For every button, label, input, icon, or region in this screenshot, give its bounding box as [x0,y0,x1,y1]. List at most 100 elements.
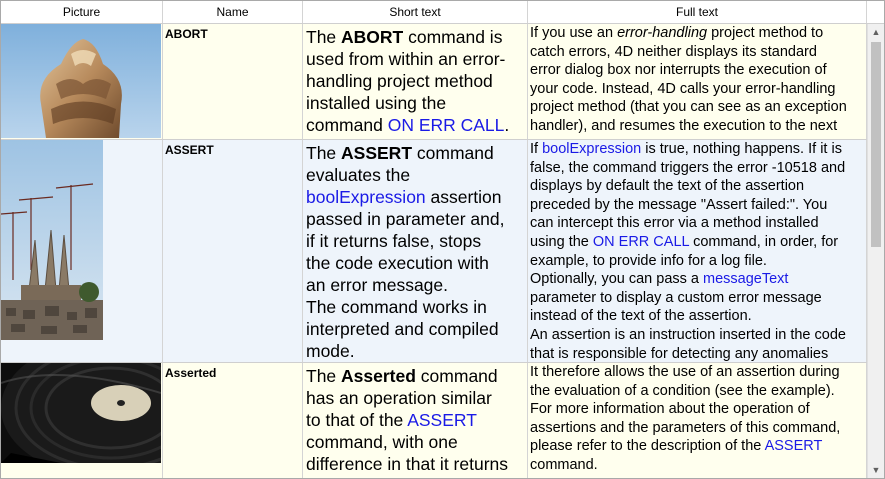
text-run: displays by default the text of the asse… [530,178,805,195]
text-run: evaluates the [306,165,411,185]
text-line: false, the command triggers the error -1… [530,159,864,178]
text-run: project method (that you can see as an e… [530,99,847,116]
text-line: can intercept this error via a method in… [530,214,864,233]
command-link[interactable]: messageText [703,271,788,287]
text-run: installed using the [306,93,447,113]
text-run: ASSERT [341,143,413,163]
text-run: For more information about the operation… [530,401,810,418]
text-line: handler), and resumes the execution to t… [530,117,864,136]
text-line: parameter to display a custom error mess… [530,289,864,308]
text-run: using the [530,233,593,250]
text-line: Optionally, you can pass a messageText [530,270,864,289]
text-run: An assertion is an instruction inserted … [530,326,846,343]
command-link[interactable]: ASSERT [765,438,823,454]
text-run: command, with one [306,432,458,452]
text-run: has an operation similar [306,388,492,408]
text-run: that is responsible for detecting any an… [530,345,829,362]
command-link[interactable]: ASSERT [407,410,477,430]
text-line: evaluates the [306,164,524,186]
text-line: an error message. [306,274,524,296]
full-text-cell: If you use an error-handling project met… [528,24,867,139]
command-link[interactable]: ON ERR CALL [593,234,689,250]
text-line: your code. Instead, 4D calls your error-… [530,80,864,99]
text-run: If [530,141,543,157]
text-run: command [415,366,498,386]
text-line: the evaluation of a condition (see the e… [530,382,864,401]
full-text-cell: If boolExpression is true, nothing happe… [528,140,867,362]
text-run: your code. Instead, 4D calls your error-… [530,80,836,97]
header-name[interactable]: Name [163,1,303,23]
text-run: please refer to the description of the [530,438,765,455]
text-run: command, in order, for [689,233,839,250]
text-line: command ON ERR CALL. [306,114,524,136]
text-run: the evaluation of a condition (see the e… [530,382,835,399]
header-picture[interactable]: Picture [1,1,163,23]
text-run: catch errors, 4D neither displays its st… [530,43,817,60]
table-row[interactable]: Asserted The Asserted command has an oper… [1,363,867,478]
text-run: The [306,366,342,386]
text-line: instead of the text of the assertion. [530,307,864,326]
text-run: mode. [306,341,355,361]
header-row: Picture Name Short text Full text [1,1,867,24]
text-run: error-handling [617,25,708,41]
text-run: if it returns false, stops [306,231,482,251]
text-run: project method to [707,25,824,41]
table-row[interactable]: ABORT The ABORT command is used from with… [1,24,867,140]
header-corner [867,1,884,24]
text-line: boolExpression assertion [306,186,524,208]
header-full-text[interactable]: Full text [528,1,867,23]
picture-cell [1,363,163,478]
text-line: assertions and the parameters of this co… [530,419,864,438]
text-run: Optionally, you can pass a [530,271,704,288]
text-run: parameter to display a custom error mess… [530,289,822,306]
text-line: to that of the ASSERT [306,409,524,431]
text-run: It therefore allows the use of an assert… [530,364,840,380]
command-link[interactable]: ON ERR CALL [388,115,505,135]
text-line: please refer to the description of the A… [530,437,864,456]
text-run: false, the command triggers the error -1… [530,159,846,176]
name-cell: ABORT [163,24,303,139]
text-line: mode. [306,340,524,362]
text-run: command is [403,27,503,47]
text-run: can intercept this error via a method in… [530,215,819,232]
text-line: difference in that it returns [306,453,524,475]
text-line: project method (that you can see as an e… [530,98,864,117]
scroll-down-arrow-icon[interactable]: ▼ [868,462,884,478]
text-run: command [412,143,494,163]
text-run: The [306,143,342,163]
full-text-cell: It therefore allows the use of an assert… [528,363,867,478]
vertical-scrollbar[interactable]: ▲ ▼ [867,24,884,478]
text-run: error dialog box nor interrupts the exec… [530,62,827,79]
command-link[interactable]: boolExpression [542,141,641,157]
picture-cell [1,24,163,139]
text-run: passed in parameter and, [306,209,505,229]
text-line: using the ON ERR CALL command, in order,… [530,233,864,252]
text-run: to that of the [306,410,408,430]
text-run: is true, nothing happens. If it is [641,141,842,157]
text-line: has an operation similar [306,387,524,409]
short-text-cell: The Asserted command has an operation sim… [303,363,528,478]
header-short-text[interactable]: Short text [303,1,528,23]
text-line: handling project method [306,70,524,92]
text-line: catch errors, 4D neither displays its st… [530,43,864,62]
list-box[interactable]: Picture Name Short text Full text ABORT … [0,0,885,479]
text-line: For more information about the operation… [530,400,864,419]
cathedral-cranes-image [1,140,103,340]
text-line: It therefore allows the use of an assert… [530,363,864,382]
scroll-up-arrow-icon[interactable]: ▲ [868,24,884,40]
text-run: assertion [425,187,502,207]
table-row[interactable]: ASSERT The ASSERT command evaluates the bo… [1,140,867,363]
text-run: the code execution with [306,253,489,273]
text-run: assertions and the parameters of this co… [530,419,841,436]
command-link[interactable]: boolExpression [306,187,426,207]
text-run: an error message. [306,275,449,295]
short-text-cell: The ASSERT command evaluates the boolExpre… [303,140,528,362]
text-line: preceded by the message "Assert failed:"… [530,196,864,215]
short-text-cell: The ABORT command is used from within an … [303,24,528,139]
text-run: preceded by the message "Assert failed:"… [530,196,828,213]
scrollbar-thumb[interactable] [871,42,881,247]
text-run: Asserted [341,366,416,386]
text-line: example, to provide info for a log file. [530,252,864,271]
text-run: used from within an error- [306,49,506,69]
name-cell: ASSERT [163,140,303,362]
